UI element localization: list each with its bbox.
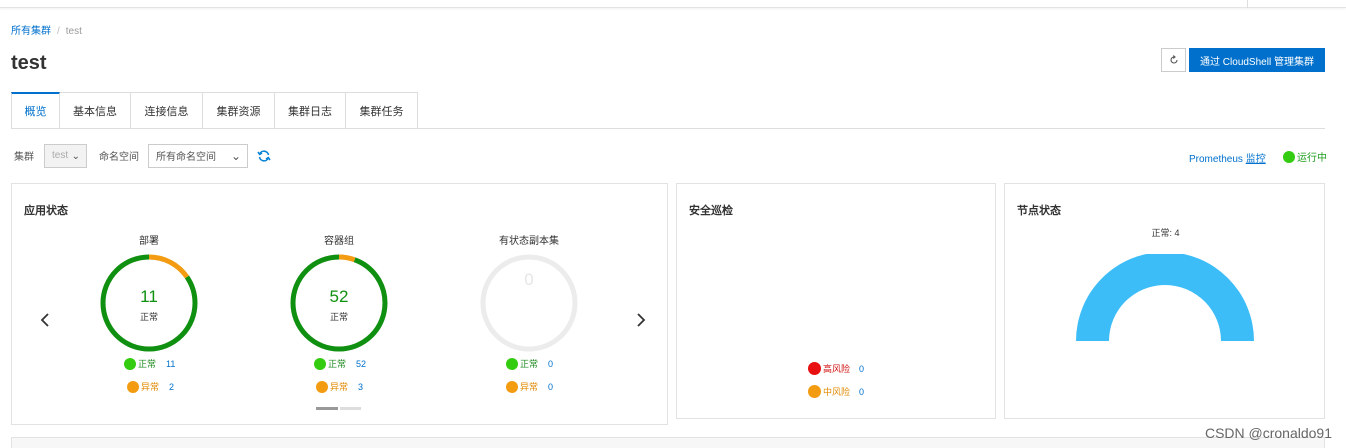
tabs-underline — [11, 128, 1325, 129]
tab-basic-info[interactable]: 基本信息 — [60, 92, 131, 129]
tab-cluster-resources[interactable]: 集群资源 — [203, 92, 275, 129]
legend-normal-count[interactable]: 52 — [356, 359, 366, 369]
node-half-donut — [1076, 254, 1254, 341]
legend-normal-count[interactable]: 0 — [548, 359, 553, 369]
navbar-divider — [1247, 0, 1248, 8]
legend-normal: 正常 52 — [314, 357, 366, 370]
carousel-page-active[interactable] — [316, 407, 338, 410]
cluster-filter: 集群 test ⌄ — [14, 143, 87, 168]
cluster-select: test ⌄ — [44, 143, 87, 168]
donut-chart: 52 正常 — [290, 254, 388, 352]
legend-abnormal-label: 异常 — [330, 382, 349, 392]
security-title: 安全巡检 — [689, 205, 733, 217]
high-risk-dot-icon — [808, 362, 821, 375]
app-status-title: 应用状态 — [24, 205, 68, 217]
donut-status: 正常 — [330, 311, 348, 322]
watermark-text: CSDN @cronaldo91 — [1204, 425, 1332, 441]
namespace-select[interactable]: 所有命名空间 ⌄ — [148, 143, 248, 168]
page-title: test — [11, 52, 47, 74]
node-status-label: 正常: 4 — [1151, 228, 1180, 238]
normal-dot-icon — [124, 357, 136, 370]
legend-abnormal: 异常 0 — [506, 380, 553, 393]
gauge-title: 部署 — [139, 236, 159, 247]
node-arc — [1076, 254, 1254, 341]
gauge-title: 容器组 — [324, 236, 354, 247]
cloudshell-manage-button[interactable]: 通过 CloudShell 管理集群 — [1189, 48, 1325, 72]
breadcrumb-all-clusters[interactable]: 所有集群 — [11, 26, 51, 37]
legend-abnormal-count[interactable]: 0 — [548, 382, 553, 392]
legend-abnormal-count[interactable]: 3 — [358, 382, 363, 392]
namespace-label: 命名空间 — [99, 152, 139, 163]
node-status-title: 节点状态 — [1017, 205, 1061, 217]
high-risk-count[interactable]: 0 — [859, 364, 864, 374]
namespace-filter: 命名空间 所有命名空间 ⌄ — [99, 143, 271, 168]
legend-normal-label: 正常 — [328, 359, 347, 369]
next-section-strip — [11, 437, 1325, 448]
carousel-next-icon[interactable] — [636, 312, 646, 333]
gauge-title: 有状态副本集 — [499, 236, 559, 247]
refresh-icon — [1169, 55, 1178, 64]
gauge-pods: 容器组 52 正常 — [289, 232, 389, 358]
legend-abnormal-count[interactable]: 2 — [169, 382, 174, 392]
refresh-button[interactable] — [1161, 48, 1186, 72]
top-navbar — [0, 0, 1346, 8]
legend-normal-label: 正常 — [520, 359, 539, 369]
abnormal-dot-icon — [506, 380, 518, 393]
tab-cluster-tasks[interactable]: 集群任务 — [346, 92, 418, 129]
carousel-page[interactable] — [340, 407, 361, 410]
legend-high-risk: 高风险 0 — [808, 362, 864, 375]
cluster-label: 集群 — [14, 152, 34, 163]
legend-normal-count[interactable]: 11 — [166, 359, 175, 369]
legend-abnormal-label: 异常 — [520, 382, 539, 392]
cluster-select-value: test — [52, 150, 69, 161]
donut-total: 11 — [140, 287, 158, 306]
running-status: 运行中 — [1283, 149, 1327, 164]
prometheus-label: Prometheus — [1189, 154, 1243, 165]
legend-abnormal: 异常 3 — [316, 380, 363, 393]
breadcrumb-separator: / — [57, 26, 60, 37]
legend-abnormal-label: 异常 — [141, 382, 160, 392]
donut-total: 0 — [524, 270, 533, 289]
donut-total: 52 — [330, 287, 349, 306]
node-status-card: 节点状态 正常: 4 — [1004, 183, 1325, 419]
gauge-deployments: 部署 11 正常 — [99, 232, 199, 358]
tab-overview[interactable]: 概览 — [11, 92, 60, 129]
running-dot-icon — [1283, 150, 1295, 163]
abnormal-dot-icon — [316, 380, 328, 393]
legend-medium-risk: 中风险 0 — [808, 385, 864, 398]
legend-abnormal: 异常 2 — [127, 380, 174, 393]
app-status-card: 应用状态 部署 11 正常 正常 11 异常 2 容器组 52 正常 正常 52 异常… — [11, 183, 668, 425]
high-risk-label: 高风险 — [823, 364, 851, 374]
legend-normal: 正常 0 — [506, 357, 553, 370]
running-status-text: 运行中 — [1297, 153, 1327, 164]
security-inspection-card: 安全巡检 高风险 0 中风险 0 — [676, 183, 996, 419]
breadcrumb: 所有集群 / test — [11, 22, 82, 37]
carousel-prev-icon[interactable] — [40, 312, 50, 333]
tab-cluster-logs[interactable]: 集群日志 — [275, 92, 346, 129]
normal-dot-icon — [506, 357, 518, 370]
donut-chart: 11 正常 — [100, 254, 198, 352]
sync-icon[interactable] — [257, 149, 271, 163]
abnormal-dot-icon — [127, 380, 139, 393]
normal-dot-icon — [314, 357, 326, 370]
medium-risk-label: 中风险 — [823, 387, 851, 397]
gauge-statefulsets: 有状态副本集 0 — [479, 232, 579, 358]
chevron-down-icon: ⌄ — [71, 150, 80, 162]
tab-bar: 概览 基本信息 连接信息 集群资源 集群日志 集群任务 — [11, 92, 418, 129]
legend-normal: 正常 11 — [124, 357, 175, 370]
medium-risk-count[interactable]: 0 — [859, 387, 864, 397]
namespace-select-value: 所有命名空间 — [156, 152, 216, 163]
chevron-down-icon: ⌄ — [230, 148, 241, 163]
breadcrumb-current: test — [65, 26, 82, 37]
donut-chart: 0 — [480, 254, 578, 352]
legend-normal-label: 正常 — [138, 359, 157, 369]
donut-status: 正常 — [140, 311, 158, 322]
prometheus-monitor: Prometheus 监控 — [1189, 150, 1266, 165]
medium-risk-dot-icon — [808, 385, 821, 398]
monitor-link[interactable]: 监控 — [1246, 154, 1266, 165]
tab-connection-info[interactable]: 连接信息 — [131, 92, 203, 129]
